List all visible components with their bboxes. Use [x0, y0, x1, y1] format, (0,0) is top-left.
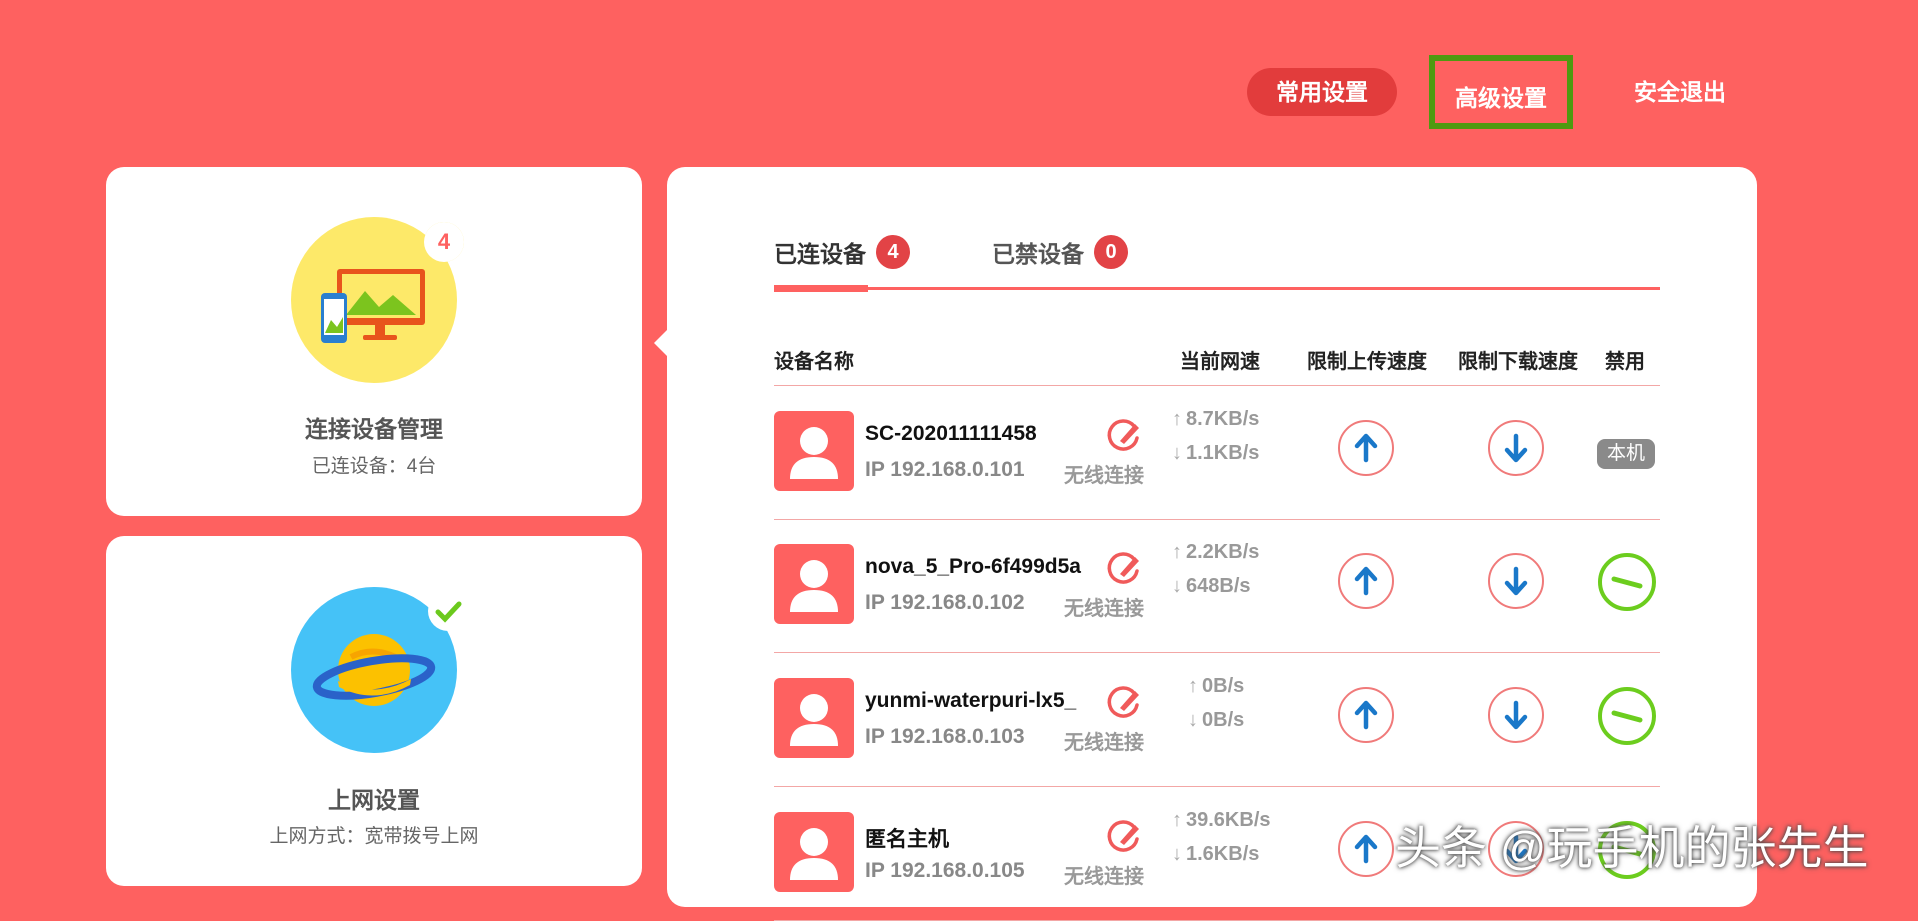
- upload-speed: ↑ 8.7KB/s: [1172, 408, 1259, 431]
- tab-count-badge: 0: [1094, 235, 1128, 269]
- upload-speed-value: 39.6KB/s: [1186, 809, 1271, 831]
- device-ip: IP 192.168.0.101: [865, 458, 1025, 481]
- download-arrow-icon: [1490, 433, 1542, 478]
- download-arrow-icon: [1490, 566, 1542, 611]
- upload-speed-value: 0B/s: [1202, 675, 1245, 697]
- tab-connected-devices[interactable]: 已连设备 4: [774, 235, 910, 285]
- active-tab-underline: [774, 285, 868, 292]
- card-title-internet: 上网设置: [328, 787, 420, 813]
- edit-icon[interactable]: [1104, 683, 1144, 723]
- ban-device-button[interactable]: [1598, 687, 1656, 745]
- table-row: nova_5_Pro-6f499d5a IP 192.168.0.102 无线连接 ↑…: [774, 519, 1660, 653]
- header-limit-download: 限制下载速度: [1458, 351, 1578, 373]
- edit-icon[interactable]: [1104, 549, 1144, 589]
- device-avatar-icon: [774, 678, 854, 758]
- download-arrow-icon: [1490, 700, 1542, 745]
- upload-arrow-icon: [1340, 566, 1392, 611]
- edit-icon[interactable]: [1104, 416, 1144, 456]
- connection-type: 无线连接: [1064, 732, 1144, 754]
- ban-icon: [1602, 710, 1652, 745]
- internet-status-badge: [428, 591, 468, 631]
- limit-upload-button[interactable]: [1338, 420, 1394, 476]
- upload-arrow-icon: [1340, 834, 1392, 879]
- device-tabs: 已连设备 4 已禁设备 0: [774, 235, 1660, 292]
- upload-speed-value: 2.2KB/s: [1186, 541, 1260, 563]
- download-speed-value: 1.6KB/s: [1186, 843, 1260, 865]
- edit-icon[interactable]: [1104, 817, 1144, 857]
- connection-type: 无线连接: [1064, 866, 1144, 888]
- watermark: 头条 @玩手机的张先生: [1395, 822, 1869, 874]
- device-count-badge: 4: [424, 222, 464, 262]
- header-device-name: 设备名称: [774, 351, 854, 373]
- download-speed-value: 0B/s: [1202, 709, 1245, 731]
- up-arrow-icon: ↑: [1172, 809, 1182, 831]
- down-arrow-icon: ↓: [1172, 575, 1182, 597]
- up-arrow-icon: ↑: [1172, 541, 1182, 563]
- device-management-card[interactable]: 4 连接设备管理 已连设备：4台: [106, 167, 642, 516]
- upload-arrow-icon: [1340, 433, 1392, 478]
- download-speed: ↓ 1.6KB/s: [1172, 843, 1259, 866]
- upload-speed: ↑ 0B/s: [1188, 675, 1244, 698]
- down-arrow-icon: ↓: [1172, 442, 1182, 464]
- check-icon: [435, 601, 462, 623]
- connection-type: 无线连接: [1064, 598, 1144, 620]
- device-avatar-icon: [774, 544, 854, 624]
- card-subtitle-internet: 上网方式：宽带拨号上网: [269, 826, 479, 847]
- device-ip: IP 192.168.0.105: [865, 859, 1025, 882]
- up-arrow-icon: ↑: [1172, 408, 1182, 430]
- down-arrow-icon: ↓: [1188, 709, 1198, 731]
- download-speed: ↓ 1.1KB/s: [1172, 442, 1259, 465]
- upload-arrow-icon: [1340, 700, 1392, 745]
- limit-upload-button[interactable]: [1338, 821, 1394, 877]
- header-ban: 禁用: [1605, 351, 1645, 373]
- limit-upload-button[interactable]: [1338, 553, 1394, 609]
- header-limit-upload: 限制上传速度: [1307, 351, 1427, 373]
- connection-type: 无线连接: [1064, 465, 1144, 487]
- device-ip: IP 192.168.0.102: [865, 591, 1025, 614]
- limit-download-button[interactable]: [1488, 553, 1544, 609]
- ban-icon: [1602, 576, 1652, 611]
- limit-upload-button[interactable]: [1338, 687, 1394, 743]
- device-name: nova_5_Pro-6f499d5a: [865, 555, 1081, 578]
- device-name: 匿名主机: [865, 828, 949, 851]
- device-list-panel: 已连设备 4 已禁设备 0 设备名称 当前网速 限制上传速度 限制下载速度 禁用 S…: [667, 167, 1757, 921]
- download-speed-value: 1.1KB/s: [1186, 442, 1260, 464]
- upload-speed: ↑ 39.6KB/s: [1172, 809, 1271, 832]
- tab-banned-devices[interactable]: 已禁设备 0: [992, 235, 1128, 285]
- logout-button[interactable]: 安全退出: [1605, 68, 1755, 116]
- limit-download-button[interactable]: [1488, 687, 1544, 743]
- device-avatar-icon: [774, 411, 854, 491]
- upload-speed-value: 8.7KB/s: [1186, 408, 1260, 430]
- device-name: yunmi-waterpuri-lx5_: [865, 689, 1077, 712]
- card-subtitle-devices: 已连设备：4台: [311, 456, 437, 477]
- download-speed: ↓ 0B/s: [1188, 709, 1244, 732]
- internet-settings-card[interactable]: 上网设置 上网方式：宽带拨号上网: [106, 536, 642, 886]
- table-row: yunmi-waterpuri-lx5_ IP 192.168.0.103 无线连接…: [774, 653, 1660, 787]
- card-title-devices: 连接设备管理: [305, 416, 443, 442]
- tab-label: 已连设备: [774, 241, 866, 267]
- advanced-settings-button[interactable]: 高级设置: [1429, 55, 1573, 129]
- device-name: SC-202011111458: [865, 422, 1037, 445]
- upload-speed: ↑ 2.2KB/s: [1172, 541, 1259, 564]
- table-row: SC-202011111458 IP 192.168.0.101 无线连接 ↑ 8.7K…: [774, 386, 1660, 520]
- common-settings-button[interactable]: 常用设置: [1247, 68, 1397, 116]
- ban-device-button[interactable]: [1598, 553, 1656, 611]
- device-avatar-icon: [774, 812, 854, 892]
- limit-download-button[interactable]: [1488, 420, 1544, 476]
- header-current-speed: 当前网速: [1180, 351, 1260, 373]
- up-arrow-icon: ↑: [1188, 675, 1198, 697]
- table-header: 设备名称 当前网速 限制上传速度 限制下载速度 禁用: [774, 335, 1660, 386]
- download-speed-value: 648B/s: [1186, 575, 1251, 597]
- tab-label: 已禁设备: [992, 241, 1084, 267]
- device-ip: IP 192.168.0.103: [865, 725, 1025, 748]
- tab-count-badge: 4: [876, 235, 910, 269]
- down-arrow-icon: ↓: [1172, 843, 1182, 865]
- top-nav: 常用设置 高级设置 安全退出: [1215, 55, 1775, 130]
- this-device-tag: 本机: [1597, 439, 1655, 469]
- active-card-pointer: [654, 329, 668, 357]
- download-speed: ↓ 648B/s: [1172, 575, 1251, 598]
